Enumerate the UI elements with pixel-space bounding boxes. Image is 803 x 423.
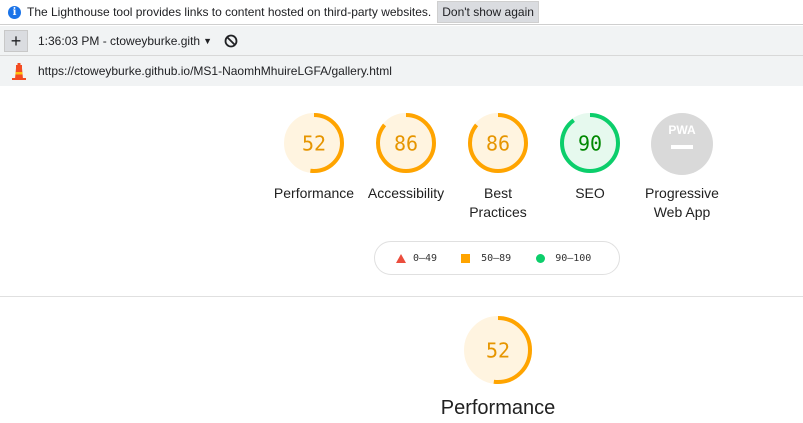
dont-show-again-button[interactable]: Don't show again bbox=[437, 1, 539, 23]
legend-fail-label: 0–49 bbox=[413, 252, 438, 264]
new-report-button[interactable]: + bbox=[4, 29, 28, 52]
url-bar: https://ctoweyburke.github.io/MS1-NaomhM… bbox=[0, 56, 803, 86]
caret-down-icon: ▼ bbox=[203, 35, 213, 46]
gauge-best-practices-label-line1: Best bbox=[483, 185, 512, 201]
gauge-accessibility-label: Accessibility bbox=[367, 185, 445, 201]
infobar-message: The Lighthouse tool provides links to co… bbox=[27, 5, 432, 19]
performance-section-score: 52 bbox=[486, 339, 510, 363]
gauge-seo-score: 90 bbox=[578, 132, 602, 156]
fail-triangle-icon bbox=[396, 253, 406, 263]
gauge-accessibility[interactable]: 86 Accessibility bbox=[365, 112, 447, 203]
pwa-badge-icon: PWA bbox=[651, 113, 713, 175]
gauge-performance-score: 52 bbox=[302, 132, 326, 156]
gauge-accessibility-score: 86 bbox=[394, 132, 418, 156]
report-select[interactable]: 1:36:03 PM - ctoweyburke.gith ▼ bbox=[38, 34, 212, 48]
pwa-badge-text: PWA bbox=[668, 123, 696, 137]
section-divider bbox=[0, 296, 803, 297]
lighthouse-logo-icon bbox=[12, 63, 26, 80]
performance-section-gauge: 52 bbox=[462, 315, 534, 385]
legend-pass: 90–100 bbox=[536, 253, 591, 264]
gauge-performance[interactable]: 52 Performance bbox=[273, 112, 355, 203]
gauge-seo[interactable]: 90 SEO bbox=[549, 112, 631, 203]
average-square-icon bbox=[461, 253, 471, 263]
lighthouse-toolbar: + 1:36:03 PM - ctoweyburke.gith ▼ bbox=[0, 26, 803, 56]
legend-average-label: 50–89 bbox=[481, 252, 512, 264]
gauge-best-practices[interactable]: 86 Best Practices bbox=[457, 112, 539, 222]
gauge-seo-ring: 90 bbox=[560, 113, 620, 173]
gauge-best-practices-score: 86 bbox=[486, 132, 510, 156]
gauge-best-practices-label-line2: Practices bbox=[469, 204, 527, 220]
performance-section-ring: 52 bbox=[464, 316, 532, 384]
gauge-performance-label: Performance bbox=[273, 185, 355, 201]
gauge-accessibility-ring: 86 bbox=[376, 113, 436, 173]
legend-fail: 0–49 bbox=[396, 253, 437, 264]
page-url: https://ctoweyburke.github.io/MS1-NaomhM… bbox=[38, 64, 392, 78]
legend-pass-label: 90–100 bbox=[555, 252, 592, 264]
pass-circle-icon bbox=[536, 253, 546, 263]
gauge-pwa-label-line1: Progressive bbox=[645, 185, 719, 201]
score-legend: 0–49 50–89 90–100 bbox=[374, 241, 620, 275]
gauge-pwa-label-line2: Web App bbox=[653, 204, 711, 220]
report-select-label: 1:36:03 PM - ctoweyburke.gith bbox=[38, 33, 201, 48]
clear-block-icon[interactable] bbox=[224, 34, 238, 48]
infobar: i The Lighthouse tool provides links to … bbox=[0, 0, 803, 25]
info-icon: i bbox=[8, 5, 21, 19]
gauge-performance-ring: 52 bbox=[284, 113, 344, 173]
performance-section-title: Performance bbox=[440, 397, 556, 419]
gauge-pwa[interactable]: PWA Progressive Web App bbox=[636, 112, 728, 222]
gauge-seo-label: SEO bbox=[575, 185, 605, 201]
legend-average: 50–89 bbox=[461, 253, 511, 264]
gauge-best-practices-ring: 86 bbox=[468, 113, 528, 173]
